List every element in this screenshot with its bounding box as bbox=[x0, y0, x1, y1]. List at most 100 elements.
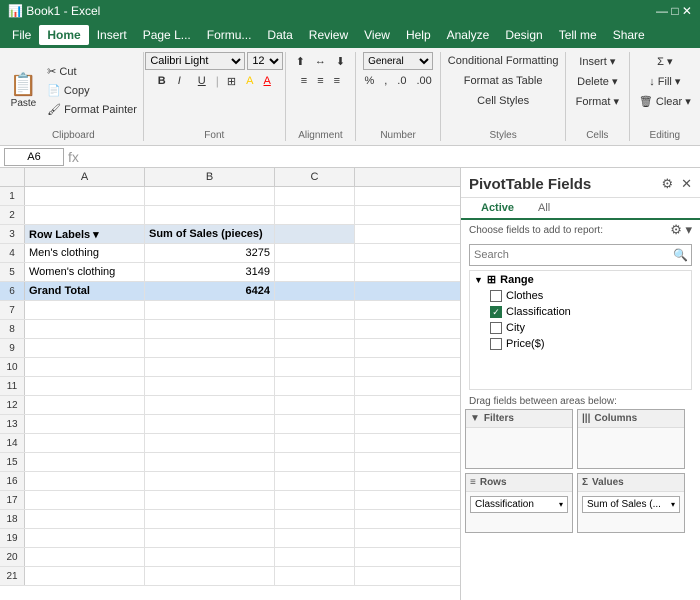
formula-input[interactable] bbox=[83, 148, 696, 166]
menu-design[interactable]: Design bbox=[497, 25, 550, 45]
menu-tellme[interactable]: Tell me bbox=[551, 25, 605, 45]
cell-c6[interactable] bbox=[275, 282, 355, 300]
cell-b3[interactable]: Sum of Sales (pieces) bbox=[145, 225, 275, 243]
cell-a15[interactable] bbox=[25, 453, 145, 471]
cell-b5[interactable]: 3149 bbox=[145, 263, 275, 281]
cell-b11[interactable] bbox=[145, 377, 275, 395]
pivot-field-clothes[interactable]: Clothes bbox=[470, 288, 691, 304]
pivot-tab-all[interactable]: All bbox=[526, 198, 562, 218]
cell-styles-button[interactable]: Cell Styles bbox=[473, 92, 533, 110]
pivot-checkbox-classification[interactable]: ✓ bbox=[490, 306, 502, 318]
align-top-button[interactable]: ⬆ bbox=[292, 52, 309, 70]
cell-a1[interactable] bbox=[25, 187, 145, 205]
delete-cells-button[interactable]: Delete ▾ bbox=[573, 72, 621, 90]
align-center-button[interactable]: ≡ bbox=[313, 72, 327, 90]
cell-a11[interactable] bbox=[25, 377, 145, 395]
menu-insert[interactable]: Insert bbox=[89, 25, 135, 45]
cell-b8[interactable] bbox=[145, 320, 275, 338]
increase-decimal-button[interactable]: .0 bbox=[393, 72, 410, 90]
pivot-fields-gear-icon[interactable]: ⚙ ▾ bbox=[670, 222, 692, 238]
insert-cells-button[interactable]: Insert ▾ bbox=[575, 52, 619, 70]
cell-b14[interactable] bbox=[145, 434, 275, 452]
format-painter-button[interactable]: 🖌 Format Painter bbox=[43, 100, 141, 118]
cell-a20[interactable] bbox=[25, 548, 145, 566]
pivot-checkbox-price[interactable] bbox=[490, 338, 502, 350]
cell-b18[interactable] bbox=[145, 510, 275, 528]
percent-button[interactable]: % bbox=[360, 72, 378, 90]
cell-b10[interactable] bbox=[145, 358, 275, 376]
menu-formulas[interactable]: Formu... bbox=[199, 25, 260, 45]
pivot-tab-active[interactable]: Active bbox=[469, 198, 526, 220]
cell-b2[interactable] bbox=[145, 206, 275, 224]
cell-c5[interactable] bbox=[275, 263, 355, 281]
cell-a3[interactable]: Row Labels ▾ bbox=[25, 225, 145, 243]
cell-a17[interactable] bbox=[25, 491, 145, 509]
pivot-rows-dropdown-icon[interactable]: ▾ bbox=[559, 500, 563, 509]
cell-c1[interactable] bbox=[275, 187, 355, 205]
format-cells-button[interactable]: Format ▾ bbox=[572, 92, 623, 110]
cell-a2[interactable] bbox=[25, 206, 145, 224]
cell-a10[interactable] bbox=[25, 358, 145, 376]
cell-b13[interactable] bbox=[145, 415, 275, 433]
menu-share[interactable]: Share bbox=[605, 25, 653, 45]
pivot-field-classification[interactable]: ✓ Classification bbox=[470, 304, 691, 320]
cell-a14[interactable] bbox=[25, 434, 145, 452]
menu-pagelayout[interactable]: Page L... bbox=[135, 25, 199, 45]
border-button[interactable]: ⊞ bbox=[223, 72, 240, 90]
pivot-area-columns-content[interactable] bbox=[578, 428, 684, 468]
cell-b19[interactable] bbox=[145, 529, 275, 547]
cell-b16[interactable] bbox=[145, 472, 275, 490]
pivot-area-filters-content[interactable] bbox=[466, 428, 572, 468]
cell-c7[interactable] bbox=[275, 301, 355, 319]
menu-view[interactable]: View bbox=[356, 25, 398, 45]
cell-c2[interactable] bbox=[275, 206, 355, 224]
cell-b6[interactable]: 6424 bbox=[145, 282, 275, 300]
menu-review[interactable]: Review bbox=[301, 25, 356, 45]
pivot-close-icon[interactable]: ✕ bbox=[681, 176, 692, 192]
cell-a21[interactable] bbox=[25, 567, 145, 585]
clear-button[interactable]: 🗑 Clear ▾ bbox=[635, 92, 695, 110]
cell-b12[interactable] bbox=[145, 396, 275, 414]
pivot-checkbox-clothes[interactable] bbox=[490, 290, 502, 302]
col-header-a[interactable]: A bbox=[25, 168, 145, 186]
cell-c3[interactable] bbox=[275, 225, 355, 243]
copy-button[interactable]: 📄 Copy bbox=[43, 81, 141, 99]
col-header-b[interactable]: B bbox=[145, 168, 275, 186]
cell-c10[interactable] bbox=[275, 358, 355, 376]
cell-c12[interactable] bbox=[275, 396, 355, 414]
tree-expand-icon[interactable]: ▼ bbox=[474, 275, 483, 285]
pivot-field-city[interactable]: City bbox=[470, 320, 691, 336]
cell-c8[interactable] bbox=[275, 320, 355, 338]
pivot-area-rows-content[interactable]: Classification ▾ bbox=[466, 492, 572, 532]
menu-home[interactable]: Home bbox=[39, 25, 88, 45]
cell-c16[interactable] bbox=[275, 472, 355, 490]
cell-a9[interactable] bbox=[25, 339, 145, 357]
cell-c14[interactable] bbox=[275, 434, 355, 452]
cut-button[interactable]: ✂ Cut bbox=[43, 62, 141, 80]
pivot-settings-icon[interactable]: ⚙ bbox=[661, 176, 673, 192]
format-as-table-button[interactable]: Format as Table bbox=[460, 72, 547, 90]
window-controls[interactable]: — □ ✕ bbox=[656, 4, 692, 18]
cell-a18[interactable] bbox=[25, 510, 145, 528]
cell-b21[interactable] bbox=[145, 567, 275, 585]
cell-a6[interactable]: Grand Total bbox=[25, 282, 145, 300]
pivot-search-input[interactable] bbox=[469, 244, 692, 266]
cell-b4[interactable]: 3275 bbox=[145, 244, 275, 262]
name-box[interactable] bbox=[4, 148, 64, 166]
align-bottom-button[interactable]: ⬇ bbox=[332, 52, 349, 70]
pivot-field-tree[interactable]: ▼ ⊞ Range Clothes ✓ Classification City bbox=[469, 270, 692, 390]
cell-a19[interactable] bbox=[25, 529, 145, 547]
cell-c17[interactable] bbox=[275, 491, 355, 509]
comma-button[interactable]: , bbox=[380, 72, 391, 90]
cell-b1[interactable] bbox=[145, 187, 275, 205]
cell-a12[interactable] bbox=[25, 396, 145, 414]
number-format-select[interactable]: General bbox=[363, 52, 433, 70]
cell-b9[interactable] bbox=[145, 339, 275, 357]
col-header-c[interactable]: C bbox=[275, 168, 355, 186]
grid-scroll-area[interactable]: 1 2 3 Row Labels ▾ Sum of Sales (pieces) bbox=[0, 187, 460, 586]
font-size-select[interactable]: 12 bbox=[247, 52, 283, 70]
cell-c4[interactable] bbox=[275, 244, 355, 262]
pivot-area-values-content[interactable]: Sum of Sales (... ▾ bbox=[578, 492, 684, 532]
cell-c18[interactable] bbox=[275, 510, 355, 528]
menu-help[interactable]: Help bbox=[398, 25, 439, 45]
